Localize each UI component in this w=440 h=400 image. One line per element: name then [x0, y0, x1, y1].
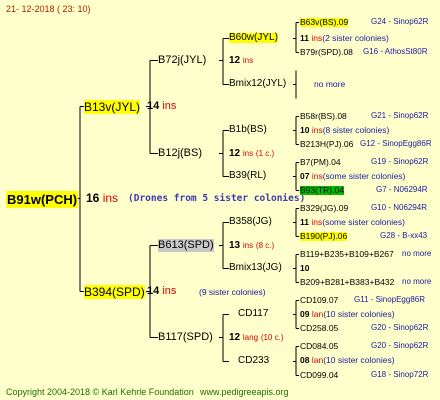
root-count: 16: [86, 191, 100, 205]
gen3-queen-7[interactable]: CD117: [238, 309, 268, 319]
gen4-queen-9[interactable]: B119+B235+B109+B267: [300, 250, 394, 259]
gen4-queen-4[interactable]: B213H(PJ).06: [300, 140, 353, 149]
gen4-11-code: G11 - SinopEgg86R: [354, 295, 426, 304]
gen3-1-insemination: 11 ins(2 sister colonies): [300, 33, 389, 43]
gen2-3-insemination: 13 ins (8 c.): [229, 240, 275, 251]
gen4-queen-3[interactable]: B58r(BS).08: [300, 112, 347, 121]
gen4-7-code: G10 - N06294R: [371, 203, 428, 212]
gen4-13-code: G20 - Sinop62R: [371, 341, 429, 350]
root-queen-name[interactable]: B91w(PCH): [6, 191, 79, 208]
root-drone-note: (Drones from 5 sister colonies): [128, 193, 306, 204]
timestamp: 21- 12-2018 ( 23: 10): [6, 4, 91, 14]
gen3-5-insemination: 11 ins(some sister colonies): [300, 217, 405, 227]
gen4-8-code: G28 - B-xx43: [380, 231, 428, 240]
gen2-queen-4[interactable]: B117(SPD): [158, 332, 213, 343]
gen4-10-code: no more: [402, 277, 432, 286]
gen4-1-code: G24 - Sinop62R: [371, 17, 429, 26]
gen4-queen-14[interactable]: CD099.04: [300, 371, 338, 380]
gen1-queen-1[interactable]: B13v(JYL): [84, 100, 141, 114]
footer-copyright: Copyright 2004-2018 © Karl Kehrle Founda…: [6, 387, 194, 397]
gen2-4-insemination: 12 lang (10 c.): [229, 332, 284, 343]
gen3-queen-3[interactable]: B1b(BS): [229, 125, 267, 135]
gen3-queen-2[interactable]: Bmix12(JYL): [229, 79, 286, 89]
gen3-queen-5[interactable]: B358(JG): [229, 217, 272, 227]
gen4-queen-8[interactable]: B190(PJ).06: [300, 232, 348, 241]
root-insemination-info: 16 ins: [86, 192, 118, 204]
gen2-queen-1[interactable]: B72j(JYL): [158, 55, 206, 66]
gen3-queen-6[interactable]: Bmix13(JG): [229, 263, 282, 273]
gen4-queen-12[interactable]: CD258.05: [300, 324, 338, 333]
footer-url[interactable]: www.pedigreeapis.org: [200, 388, 289, 397]
gen3-4-insemination: 07 ins(some sister colonies): [300, 171, 406, 181]
gen3-queen-8[interactable]: CD233: [238, 356, 269, 366]
gen3-queen-4[interactable]: B39(RL): [229, 171, 266, 181]
gen4-queen-11[interactable]: CD109.07: [300, 296, 338, 305]
gen1-queen-2[interactable]: B394(SPD): [84, 285, 145, 299]
gen4-9-code: no more: [402, 249, 432, 258]
gen4-queen-1[interactable]: B63v(BS).09: [300, 18, 349, 27]
gen3-2-note: no more: [314, 79, 346, 89]
gen4-3-code: G21 - Sinop62R: [371, 111, 429, 120]
gen4-2-code: G16 - AthosSt80R: [363, 47, 428, 56]
gen4-queen-10[interactable]: B209+B281+B383+B432: [300, 278, 394, 287]
gen3-3-insemination: 10 ins(8 sister colonies): [300, 125, 390, 135]
root-unit: ins: [102, 191, 119, 205]
gen1-2-note: (9 sister colonies): [199, 287, 266, 297]
gen3-6-insemination: 10: [300, 263, 310, 273]
gen4-14-code: G18 - Sinop72R: [371, 370, 429, 379]
gen4-queen-6[interactable]: B93(TR).04: [300, 186, 344, 195]
gen3-7-insemination: 09 lan(10 sister colonies): [300, 309, 395, 319]
gen1-1-insemination: 14 ins: [147, 100, 177, 112]
gen4-queen-2[interactable]: B79r(SPD).08: [300, 48, 353, 57]
gen4-4-code: G12 - SinopEgg86R: [360, 139, 432, 148]
gen2-queen-3[interactable]: B613(SPD): [158, 239, 214, 252]
gen4-queen-7[interactable]: B329(JG).09: [300, 204, 348, 213]
gen4-queen-5[interactable]: B7(PM).04: [300, 158, 341, 167]
gen4-6-code: G7 - N06294R: [376, 185, 428, 194]
gen4-12-code: G20 - Sinop62R: [371, 323, 429, 332]
gen2-2-insemination: 12 ins (1 c.): [229, 148, 275, 159]
gen2-1-insemination: 12 ins: [229, 55, 254, 66]
gen1-2-insemination: 14 ins: [147, 285, 177, 297]
gen3-8-insemination: 08 lan(10 sister colonies): [300, 355, 395, 365]
gen4-5-code: G19 - Sinop62R: [371, 157, 429, 166]
gen4-queen-13[interactable]: CD084.05: [300, 342, 338, 351]
gen2-queen-2[interactable]: B12j(BS): [158, 148, 202, 159]
gen3-queen-1[interactable]: B60w(JYL): [229, 33, 278, 43]
